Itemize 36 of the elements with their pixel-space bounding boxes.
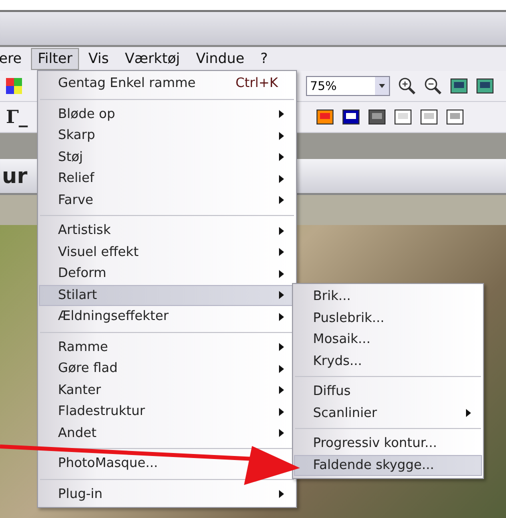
menu-title[interactable]: Vis (81, 48, 116, 70)
menu-item[interactable]: Brik... (294, 286, 482, 308)
menu-item[interactable]: Fladestruktur (39, 401, 295, 422)
menu-item[interactable]: Kryds... (294, 350, 482, 372)
menu-title[interactable]: ere (0, 48, 29, 70)
menu-item[interactable]: Deform (39, 263, 295, 284)
menu-title[interactable]: Vindue (188, 48, 252, 70)
zoom-in-icon[interactable] (398, 77, 416, 95)
menu-item[interactable]: Mosaik... (294, 329, 482, 350)
menu-item[interactable]: Relief (39, 168, 295, 190)
menu-item[interactable]: Diffus (294, 381, 482, 402)
menu-title[interactable]: Værktøj (118, 48, 187, 70)
zoom-dropdown[interactable]: 75% (306, 76, 390, 96)
menu-item[interactable]: Faldende skygge... (294, 454, 482, 476)
menu-title[interactable]: ? (253, 48, 275, 70)
menu-item[interactable]: Gøre flad (39, 358, 295, 380)
menu-item[interactable]: Progressiv kontur... (294, 433, 482, 454)
menu-item[interactable]: Puslebrik... (294, 308, 482, 329)
menu-item[interactable]: Kanter (39, 380, 295, 401)
color-grid-icon[interactable] (6, 78, 22, 94)
zoom-out-icon[interactable] (424, 77, 442, 95)
menu-item[interactable]: Ældningseffekter (39, 306, 295, 328)
menu-item[interactable]: Gentag Enkel ramme Ctrl+K (39, 73, 295, 94)
caret-icon (375, 77, 389, 95)
menu-item[interactable]: Ramme (39, 336, 295, 358)
menu-item[interactable]: Artistisk (39, 220, 295, 242)
menu-item[interactable]: Skarp (39, 125, 295, 146)
menu-item[interactable]: Visuel effekt (39, 242, 295, 263)
menu-item[interactable]: Bløde op (39, 104, 295, 125)
tool-glyph[interactable]: Γ_ (6, 106, 28, 128)
menu-item[interactable]: Scanlinier (294, 402, 482, 424)
menu-item[interactable]: Andet (39, 422, 295, 444)
menu-title[interactable]: Filter (30, 48, 80, 70)
menu-item[interactable]: Stilart (39, 284, 295, 306)
menu-item[interactable]: PhotoMasque... (39, 453, 295, 474)
menu-item[interactable]: Plug-in (39, 484, 295, 505)
